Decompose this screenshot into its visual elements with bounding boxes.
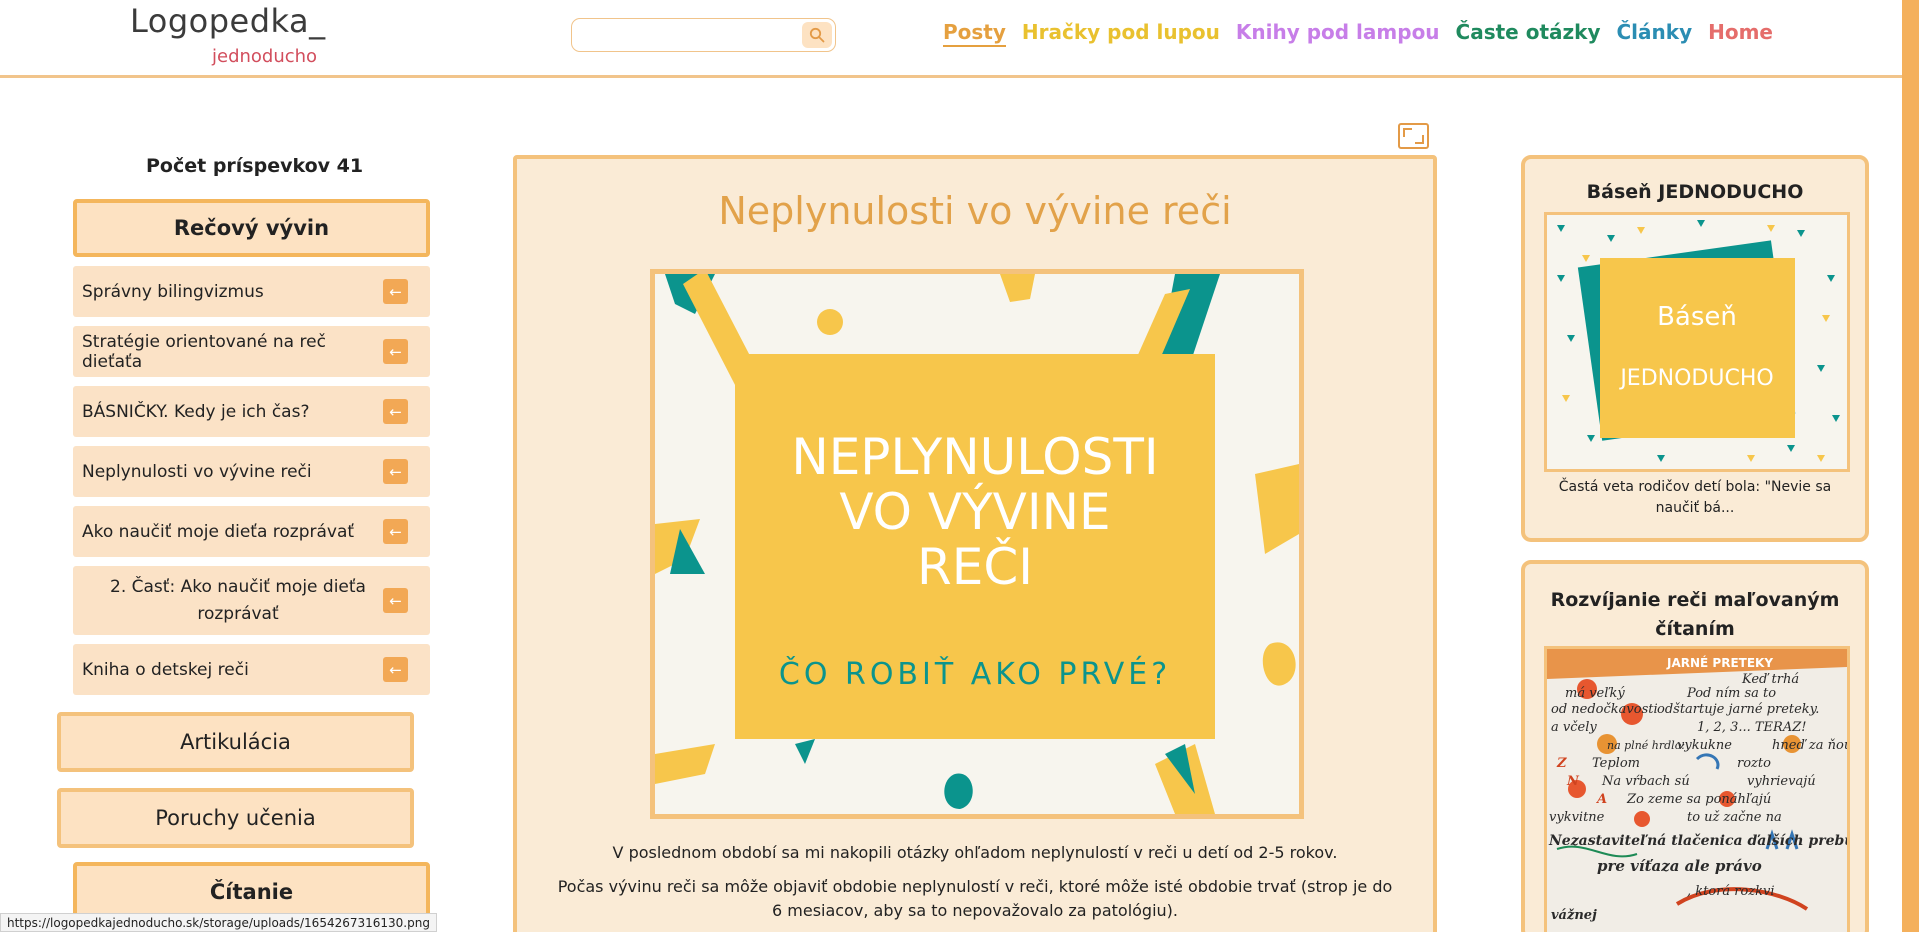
img-word: A	[1595, 792, 1607, 807]
nav-posty[interactable]: Posty	[943, 20, 1006, 47]
img-word: , ktorá rozkvi	[1687, 884, 1775, 899]
sidebar-item-label: Stratégie orientované na reč dieťaťa	[82, 331, 326, 372]
search-box	[571, 18, 836, 52]
sidebar-item-label: Správny bilingvizmus	[82, 281, 264, 302]
poem-panel	[1600, 258, 1795, 438]
side-post-card[interactable]: Rozvíjanie reči maľovaným čítaním JARNÉ …	[1521, 560, 1869, 932]
nav-knihy[interactable]: Knihy pod lampou	[1236, 20, 1440, 47]
hero-illustration: NEPLYNULOSTI VO VÝVINE REČI ČO ROBIŤ AKO…	[655, 274, 1299, 814]
fullscreen-icon[interactable]	[1398, 123, 1429, 149]
site-header: Logopedka_ jednoducho Posty Hračky pod l…	[0, 0, 1919, 78]
img-word: Zo zeme sa ponáhľajú	[1626, 792, 1771, 807]
img-word: Nezastaviteľná tlačenica ďalších prebud	[1548, 833, 1847, 849]
nav-home[interactable]: Home	[1708, 20, 1773, 47]
category-poruchy-ucenia[interactable]: Poruchy učenia	[57, 788, 414, 848]
poem-img-line-1: Báseň	[1657, 302, 1737, 332]
category-label: Rečový vývin	[173, 216, 330, 240]
arrow-left-icon[interactable]: ←	[383, 459, 408, 484]
sidebar-item[interactable]: 2. Časť: Ako naučiť moje dieťa rozprávať…	[73, 566, 430, 635]
img-word: odštartuje jarné preteky.	[1657, 702, 1819, 717]
sidebar-item-label: 2. Časť: Ako naučiť moje dieťa rozprávať	[110, 576, 366, 624]
status-bar-url: https://logopedkajednoducho.sk/storage/u…	[0, 913, 437, 932]
post-paragraph: V poslednom období sa mi nakopili otázky…	[612, 843, 1338, 862]
img-word: od nedočkavosti	[1551, 702, 1658, 717]
side-post-image: Báseň JEDNODUCHO	[1544, 212, 1850, 472]
category-label: Poruchy učenia	[155, 806, 316, 830]
img-word: vykukne	[1677, 738, 1732, 753]
img-word: 1, 2, 3... TERAZ!	[1697, 720, 1806, 735]
nav-hracky[interactable]: Hračky pod lupou	[1022, 20, 1220, 47]
sidebar-item[interactable]: Stratégie orientované na reč dieťaťa ←	[73, 326, 430, 377]
arrow-left-icon[interactable]: ←	[383, 279, 408, 304]
img-word: a včely	[1551, 720, 1597, 735]
nav-clanky[interactable]: Články	[1617, 20, 1693, 47]
side-post-title: Rozvíjanie reči maľovaným čítaním	[1550, 589, 1840, 640]
img-word: Z	[1556, 756, 1567, 771]
side-post-title: Báseň JEDNODUCHO	[1586, 181, 1804, 203]
painted-reading-illustration: JARNÉ PRETEKY Keď trhá má veľký Pod ním …	[1547, 649, 1847, 932]
page-scrollbar[interactable]	[1902, 0, 1919, 932]
img-word: vykvitne	[1549, 810, 1605, 825]
search-button[interactable]	[802, 22, 832, 48]
arrow-left-icon[interactable]: ←	[383, 588, 408, 613]
sidebar-item-label: Kniha o detskej reči	[82, 659, 249, 680]
img-word: Teplom	[1592, 756, 1640, 771]
sidebar-item[interactable]: Správny bilingvizmus ←	[73, 266, 430, 317]
sidebar-item[interactable]: Neplynulosti vo vývine reči ←	[73, 446, 430, 497]
arrow-left-icon[interactable]: ←	[383, 339, 408, 364]
side-post-excerpt: Častá veta rodičov detí bola: "Nevie sa …	[1558, 479, 1832, 516]
sidebar-item[interactable]: Kniha o detskej reči ←	[73, 644, 430, 695]
main-nav: Posty Hračky pod lupou Knihy pod lampou …	[943, 20, 1773, 47]
img-word: hneď za ňou	[1772, 738, 1847, 753]
hero-line-1: NEPLYNULOSTI	[791, 428, 1158, 486]
search-input[interactable]	[580, 23, 800, 47]
img-word: na plné hrdlo:	[1607, 739, 1685, 752]
img-word: to už začne na	[1687, 810, 1782, 825]
category-label: Čítanie	[209, 880, 294, 904]
arrow-left-icon[interactable]: ←	[383, 399, 408, 424]
logo-subtitle[interactable]: jednoducho	[212, 46, 317, 67]
category-recovy-vyvin[interactable]: Rečový vývin	[73, 199, 430, 257]
hero-line-3: REČI	[917, 537, 1033, 596]
sidebar-item[interactable]: Ako naučiť moje dieťa rozprávať ←	[73, 506, 430, 557]
sidebar-item-label: Neplynulosti vo vývine reči	[82, 461, 312, 482]
post-paragraph: Počas vývinu reči sa môže objaviť obdobi…	[557, 877, 1393, 920]
category-artikulacia[interactable]: Artikulácia	[57, 712, 414, 772]
img-word: vážnej	[1551, 908, 1597, 923]
post-count: Počet príspevkov 41	[146, 155, 364, 177]
side-post-image: JARNÉ PRETEKY Keď trhá má veľký Pod ním …	[1544, 646, 1850, 932]
search-icon	[809, 27, 825, 43]
img-word: vyhrievajú	[1747, 774, 1816, 789]
post-card: Neplynulosti vo vývine reči NEPLYNULOSTI…	[513, 155, 1437, 932]
nav-otazky[interactable]: Časte otázky	[1456, 20, 1601, 47]
category-label: Artikulácia	[180, 730, 291, 754]
sidebar-item-label: Ako naučiť moje dieťa rozprávať	[82, 521, 355, 542]
poem-illustration: Báseň JEDNODUCHO	[1547, 215, 1847, 469]
arrow-left-icon[interactable]: ←	[383, 657, 408, 682]
img-word: N	[1566, 774, 1580, 789]
img-word: Keď trhá	[1741, 672, 1799, 687]
img-heading: JARNÉ PRETEKY	[1666, 655, 1773, 670]
hero-line-2: VO VÝVINE	[839, 482, 1110, 541]
side-post-card[interactable]: Báseň JEDNODUCHO Báseň JEDNODUCHO Častá …	[1521, 155, 1869, 542]
post-title: Neplynulosti vo vývine reči	[718, 189, 1232, 233]
img-word: má veľký	[1565, 686, 1625, 701]
img-word: Pod ním sa to	[1686, 686, 1776, 701]
poem-img-line-2: JEDNODUCHO	[1618, 366, 1773, 391]
logo-title[interactable]: Logopedka_	[130, 2, 326, 40]
sidebar-item[interactable]: BÁSNIČKY. Kedy je ich čas? ←	[73, 386, 430, 437]
img-word: Na vŕbach sú	[1601, 774, 1690, 789]
img-word: rozto	[1737, 756, 1771, 771]
img-word: pre víťaza ale právo	[1597, 857, 1762, 875]
hero-subtitle: ČO ROBIŤ AKO PRVÉ?	[779, 655, 1171, 692]
arrow-left-icon[interactable]: ←	[383, 519, 408, 544]
sidebar-item-label: BÁSNIČKY. Kedy je ich čas?	[82, 401, 310, 422]
post-hero-image: NEPLYNULOSTI VO VÝVINE REČI ČO ROBIŤ AKO…	[650, 269, 1304, 819]
